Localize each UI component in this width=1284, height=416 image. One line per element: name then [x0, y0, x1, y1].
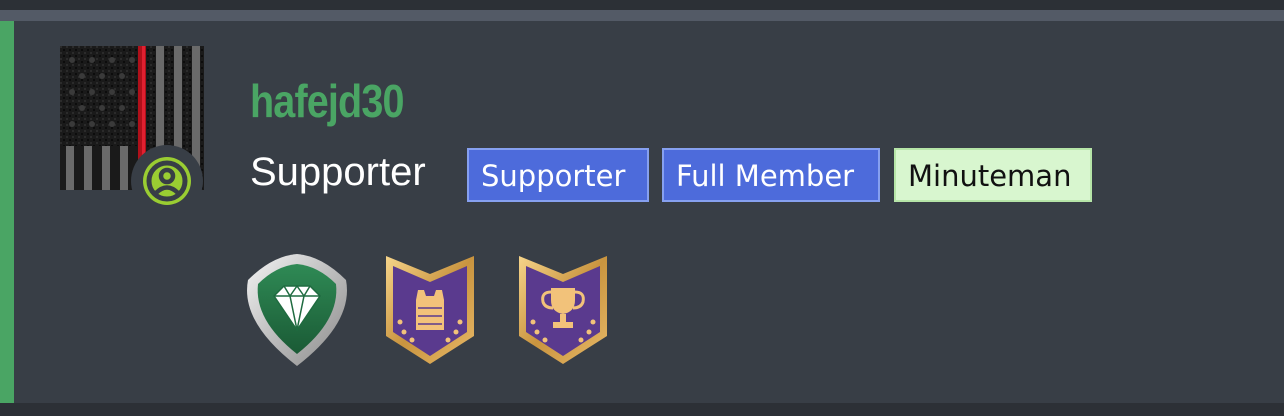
body-armor-badge-icon[interactable] — [384, 252, 476, 373]
online-status-badge — [131, 145, 203, 217]
user-banner-minuteman: Minuteman — [894, 148, 1092, 202]
user-banner-supporter: Supporter — [467, 148, 649, 202]
page-bottom-strip — [0, 403, 1284, 416]
user-status-icon — [143, 157, 191, 205]
username[interactable]: hafejd30 — [250, 76, 404, 126]
user-title: Supporter — [250, 150, 426, 194]
diamond-shield-icon[interactable] — [242, 252, 352, 373]
page-top-strip — [0, 0, 1284, 10]
divider — [0, 10, 1284, 21]
user-banner-full-member: Full Member — [662, 148, 880, 202]
trophy-cup-badge-icon[interactable] — [517, 252, 609, 373]
accent-bar — [0, 21, 14, 403]
